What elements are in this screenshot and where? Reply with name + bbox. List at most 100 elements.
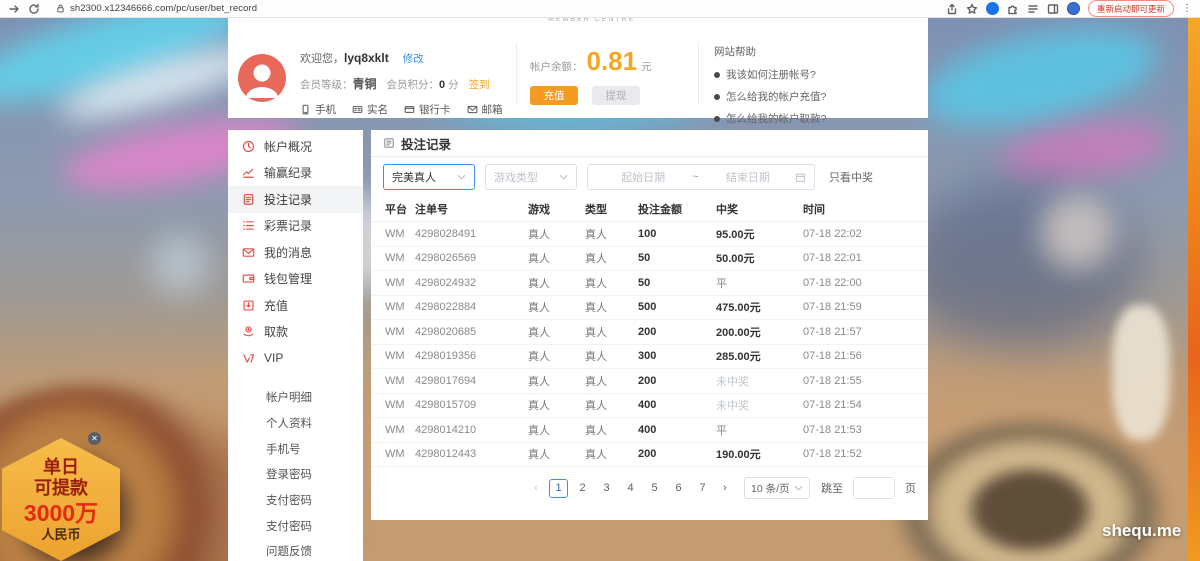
level-value: 青铜 [353, 75, 377, 92]
sidebar-secondary-item-1[interactable]: 个人资料 [228, 410, 363, 436]
sidebar-item-4[interactable]: 我的消息 [228, 239, 363, 266]
table-header-row: 平台注单号游戏类型投注金额中奖时间 [371, 197, 928, 222]
cell-game: 真人 [526, 446, 583, 462]
cell-time: 07-18 21:57 [801, 326, 928, 338]
browser-menu-icon[interactable]: ⋮ [1182, 4, 1192, 14]
share-icon[interactable] [946, 3, 958, 15]
welcome-label: 欢迎您， [300, 50, 344, 66]
sidebar-item-3[interactable]: 彩票记录 [228, 213, 363, 240]
sidebar-item-7[interactable]: 取款 [228, 319, 363, 346]
bullet-icon [714, 72, 720, 78]
cell-win: 190.00元 [714, 446, 801, 462]
address-bar[interactable]: sh2300.x12346666.com/pc/user/bet_record [56, 3, 257, 14]
help-item-2[interactable]: 怎么给我的帐户取款? [714, 111, 826, 126]
sidebar-menu: 帐户概况输赢纪录投注记录彩票记录我的消息钱包管理充值取款VIP [228, 133, 363, 372]
page-numbers: 1234567 [549, 479, 712, 498]
verify-item-label: 邮箱 [482, 102, 503, 117]
reload-icon[interactable] [28, 3, 40, 15]
help-item-0[interactable]: 我该如何注册帐号? [714, 67, 826, 82]
cell-type: 真人 [583, 275, 636, 291]
help-item-label: 我该如何注册帐号? [726, 67, 816, 82]
checkin-link[interactable]: 签到 [469, 77, 490, 92]
sidebar-item-1[interactable]: 输赢纪录 [228, 160, 363, 187]
watermark: shequ.me [1102, 521, 1181, 541]
sidebar-item-2[interactable]: 投注记录 [228, 186, 363, 213]
floating-side-widget[interactable] [1188, 18, 1200, 561]
cell-platform: WM [371, 326, 413, 338]
cell-time: 07-18 22:00 [801, 277, 928, 289]
table-row: WM4298014210真人真人400平07-18 21:53 [371, 418, 928, 443]
withdraw-button[interactable]: 提现 [592, 86, 640, 105]
sidebar-item-0[interactable]: 帐户概况 [228, 133, 363, 160]
next-page-icon[interactable]: › [717, 482, 733, 494]
page-button-7[interactable]: 7 [693, 479, 712, 498]
page-size-select[interactable]: 10 条/页 [744, 477, 810, 499]
cell-game: 真人 [526, 422, 583, 438]
browser-update-button[interactable]: 重新启动即可更新 [1088, 0, 1174, 17]
verify-item-1[interactable]: 实名 [352, 102, 388, 117]
cell-platform: WM [371, 350, 413, 362]
id-icon [352, 104, 363, 115]
jump-page-input[interactable] [853, 477, 895, 499]
bullet-icon [714, 94, 720, 100]
extension-blue-icon[interactable] [986, 2, 999, 15]
cell-type: 真人 [583, 373, 636, 389]
sidebar-secondary-item-2[interactable]: 手机号 [228, 436, 363, 462]
side-panel-icon[interactable] [1047, 3, 1059, 15]
sidebar-secondary-item-3[interactable]: 登录密码 [228, 462, 363, 488]
verify-item-0[interactable]: 手机 [300, 102, 336, 117]
page-button-3[interactable]: 3 [597, 479, 616, 498]
cell-win: 平 [714, 422, 801, 438]
cell-order: 4298019356 [413, 350, 526, 362]
promo-close-icon[interactable]: ✕ [88, 432, 101, 445]
page-button-2[interactable]: 2 [573, 479, 592, 498]
cell-platform: WM [371, 277, 413, 289]
column-header: 平台 [371, 201, 413, 217]
phone-icon [300, 104, 311, 115]
cell-platform: WM [371, 252, 413, 264]
date-range-picker[interactable]: 起始日期 ~ 结束日期 [587, 164, 815, 190]
help-item-1[interactable]: 怎么给我的帐户充值? [714, 89, 826, 104]
page-button-6[interactable]: 6 [669, 479, 688, 498]
cell-type: 真人 [583, 324, 636, 340]
cell-amount: 200 [636, 375, 714, 387]
cell-amount: 400 [636, 424, 714, 436]
help-title: 网站帮助 [714, 44, 826, 59]
cell-game: 真人 [526, 373, 583, 389]
table-row: WM4298019356真人真人300285.00元07-18 21:56 [371, 345, 928, 370]
sidebar-secondary-item-5[interactable]: 支付密码 [228, 513, 363, 539]
date-separator: ~ [690, 171, 700, 183]
forward-icon[interactable] [8, 3, 20, 15]
page-button-1[interactable]: 1 [549, 479, 568, 498]
cell-win: 200.00元 [714, 324, 801, 340]
prev-page-icon[interactable]: ‹ [528, 482, 544, 494]
only-win-toggle[interactable]: 只看中奖 [829, 169, 873, 185]
sidebar-item-8[interactable]: VIP [228, 345, 363, 372]
puzzle-icon[interactable] [1007, 3, 1019, 15]
cell-type: 真人 [583, 348, 636, 364]
star-icon[interactable] [966, 3, 978, 15]
cell-platform: WM [371, 375, 413, 387]
cell-game: 真人 [526, 275, 583, 291]
verify-item-2[interactable]: 银行卡 [404, 102, 451, 117]
url-text[interactable]: sh2300.x12346666.com/pc/user/bet_record [70, 3, 257, 14]
sidebar-secondary-item-4[interactable]: 支付密码 [228, 487, 363, 513]
sidebar-item-5[interactable]: 钱包管理 [228, 266, 363, 293]
points-unit: 分 [448, 77, 459, 92]
cell-win: 285.00元 [714, 348, 801, 364]
sidebar-item-label: 钱包管理 [264, 270, 312, 287]
platform-select[interactable]: 完美真人 [383, 164, 475, 190]
recharge-button[interactable]: 充值 [530, 86, 578, 105]
reading-list-icon[interactable] [1027, 3, 1039, 15]
browser-profile-avatar[interactable] [1067, 2, 1080, 15]
sidebar-secondary-item-6[interactable]: 问题反馈 [228, 539, 363, 561]
game-type-select[interactable]: 游戏类型 [485, 164, 577, 190]
sidebar-secondary-item-0[interactable]: 帐户明细 [228, 385, 363, 411]
sidebar-item-6[interactable]: 充值 [228, 292, 363, 319]
modify-link[interactable]: 修改 [403, 51, 424, 66]
mail-icon [467, 104, 478, 115]
page-button-4[interactable]: 4 [621, 479, 640, 498]
cell-platform: WM [371, 301, 413, 313]
page-button-5[interactable]: 5 [645, 479, 664, 498]
verify-item-3[interactable]: 邮箱 [467, 102, 503, 117]
